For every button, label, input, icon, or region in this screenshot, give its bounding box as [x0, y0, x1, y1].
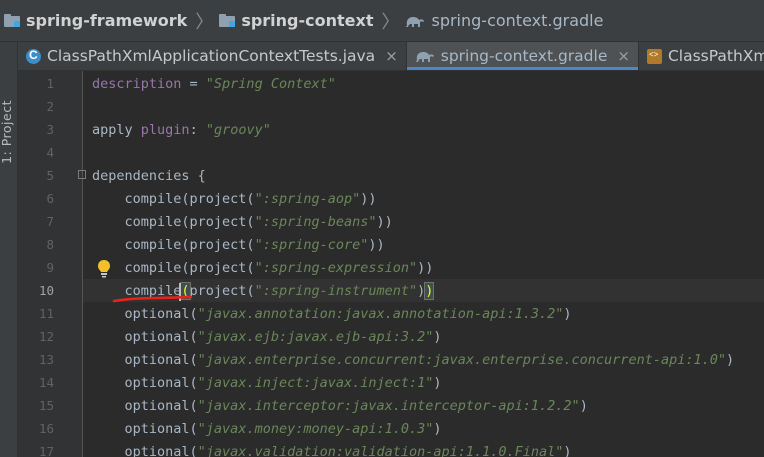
code-line-5: dependencies {	[92, 168, 206, 184]
line-number: 12	[38, 329, 54, 344]
tab-label: spring-context.gradle	[440, 47, 608, 65]
red-underline-annotation	[112, 295, 193, 303]
code-line-15: optional("javax.interceptor:javax.interc…	[92, 398, 588, 414]
module-folder-icon	[4, 14, 20, 27]
java-class-icon: C	[26, 48, 41, 64]
line-number: 15	[38, 398, 54, 413]
code-line-13: optional("javax.enterprise.concurrent:ja…	[92, 352, 735, 368]
project-toolwindow-button[interactable]: 1: Project	[0, 100, 17, 164]
line-number: 6	[46, 191, 54, 206]
breadcrumb-item-project[interactable]: spring-framework 〉	[4, 0, 219, 41]
line-number: 16	[38, 421, 54, 436]
line-number: 17	[38, 444, 54, 457]
module-folder-icon	[219, 14, 236, 27]
line-number: 4	[46, 145, 54, 160]
tab-classpath-tests[interactable]: C ClassPathXmlApplicationContextTests.ja…	[18, 42, 407, 70]
line-number: 3	[46, 122, 54, 137]
breadcrumb-label: spring-context.gradle	[431, 11, 604, 30]
xml-file-icon: <>	[646, 48, 662, 64]
line-number: 13	[38, 352, 54, 367]
code-line-8: compile(project(":spring-core"))	[92, 237, 385, 253]
gradle-elephant-icon	[406, 16, 425, 27]
line-number: 7	[46, 214, 54, 229]
tab-label: ClassPathXmlAppl	[667, 47, 764, 65]
code-line-1: description = "Spring Context"	[92, 76, 336, 92]
breadcrumb-item-module[interactable]: spring-context 〉	[219, 0, 405, 41]
tab-spring-context-gradle[interactable]: spring-context.gradle ×	[406, 42, 639, 70]
line-number: 11	[38, 306, 54, 321]
code-line-14: optional("javax.inject:javax.inject:1")	[92, 375, 442, 391]
tab-label: ClassPathXmlApplicationContextTests.java	[47, 47, 376, 65]
breadcrumb-label: spring-framework	[26, 11, 188, 30]
code-line-7: compile(project(":spring-beans"))	[92, 214, 393, 230]
line-number-gutter[interactable]: 1 2 3 4 5 6 7 8 9 10 11 12 13 14 15 16 1…	[18, 71, 83, 457]
code-line-9: compile(project(":spring-expression"))	[92, 260, 434, 276]
code-line-11: optional("javax.annotation:javax.annotat…	[92, 306, 572, 322]
line-number: 5	[46, 168, 54, 183]
editor-tab-bar: C ClassPathXmlApplicationContextTests.ja…	[18, 42, 764, 71]
lightbulb-icon[interactable]	[96, 259, 112, 279]
code-line-3: apply plugin: "groovy"	[92, 122, 271, 138]
matched-paren: )	[424, 282, 435, 300]
line-number: 8	[46, 237, 54, 252]
line-number: 14	[38, 375, 54, 390]
line-number: 9	[46, 260, 54, 275]
line-number-current: 10	[38, 283, 54, 298]
code-line-17: optional("javax.validation:validation-ap…	[92, 444, 572, 457]
navigation-bar: spring-framework 〉 spring-context 〉 spri…	[0, 0, 764, 42]
line-number: 1	[46, 76, 54, 91]
close-icon[interactable]: ×	[617, 47, 630, 65]
ide-window: spring-framework 〉 spring-context 〉 spri…	[0, 0, 764, 457]
code-line-12: optional("javax.ejb:javax.ejb-api:3.2")	[92, 329, 442, 345]
code-line-16: optional("javax.money:money-api:1.0.3")	[92, 421, 442, 437]
left-tool-strip: 1: Project	[0, 42, 18, 457]
code-line-6: compile(project(":spring-aop"))	[92, 191, 377, 207]
line-number: 2	[46, 99, 54, 114]
close-icon[interactable]: ×	[385, 47, 398, 65]
chevron-right-icon: 〉	[381, 11, 400, 33]
gradle-elephant-icon	[415, 52, 434, 62]
breadcrumb-label: spring-context	[241, 11, 374, 30]
tab-classpath-xml[interactable]: <> ClassPathXmlAppl	[639, 42, 764, 70]
breadcrumb-item-file[interactable]: spring-context.gradle	[405, 0, 603, 41]
code-editor[interactable]: description = "Spring Context" apply plu…	[83, 71, 764, 457]
chevron-right-icon: 〉	[195, 11, 214, 33]
